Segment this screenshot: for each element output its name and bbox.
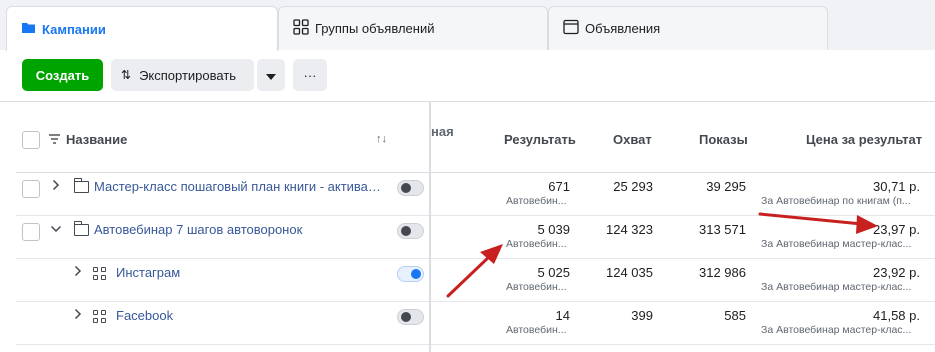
cost-value: 23,92 р. <box>873 265 920 280</box>
frozen-column-divider <box>429 102 431 352</box>
row-checkbox[interactable] <box>22 180 40 198</box>
status-toggle[interactable] <box>397 223 424 239</box>
sort-icon[interactable]: ↑↓ <box>376 133 387 145</box>
cost-sub: За Автовебинар мастер-клас... <box>761 238 912 250</box>
table-row[interactable]: Инстаграм 5 025 Автовебин... 124 035 312… <box>16 259 935 302</box>
table-row[interactable]: Автовебинар 7 шагов автоворонок 5 039 Ав… <box>16 216 935 259</box>
toggle-knob <box>401 226 411 236</box>
column-clipped[interactable]: ная <box>431 124 454 139</box>
ad-set-icon <box>93 267 107 281</box>
cost-value: 41,58 р. <box>873 308 920 323</box>
status-toggle[interactable] <box>397 180 424 196</box>
status-toggle[interactable] <box>397 309 424 325</box>
create-button[interactable]: Создать <box>22 59 103 91</box>
folder-icon <box>74 221 89 236</box>
campaigns-table: Название ↑↓ ная Результать Охват Показы … <box>16 102 935 352</box>
tab-label: Кампании <box>42 21 106 37</box>
ad-icon <box>563 19 579 38</box>
export-dropdown-button[interactable] <box>257 59 285 91</box>
column-results[interactable]: Результать <box>504 132 576 147</box>
ad-set-name-link[interactable]: Facebook <box>116 308 386 323</box>
impressions-value: 312 986 <box>699 265 746 280</box>
reach-value: 399 <box>631 308 653 323</box>
results-sub: Автовебин... <box>506 195 567 207</box>
column-reach[interactable]: Охват <box>613 132 652 147</box>
export-button[interactable]: ⇅ Экспортировать <box>111 59 254 91</box>
tab-label: Объявления <box>585 21 661 36</box>
campaign-name-link[interactable]: Автовебинар 7 шагов автоворонок <box>94 222 386 237</box>
chevron-right-icon[interactable] <box>74 265 82 280</box>
column-impressions[interactable]: Показы <box>699 132 748 147</box>
chevron-down-icon[interactable] <box>50 224 62 236</box>
results-value: 5 025 <box>537 265 570 280</box>
folder-icon <box>21 21 36 37</box>
results-sub: Автовебин... <box>506 238 567 250</box>
ad-set-icon <box>93 310 107 324</box>
ad-set-name-link[interactable]: Инстаграм <box>116 265 386 280</box>
tab-label: Группы объявлений <box>315 21 435 36</box>
table-header: Название ↑↓ ная Результать Охват Показы … <box>16 102 935 173</box>
caret-down-icon <box>266 68 276 83</box>
cost-value: 30,71 р. <box>873 179 920 194</box>
grid-icon <box>293 19 309 38</box>
tab-campaigns[interactable]: Кампании <box>6 6 278 51</box>
toolbar: Создать ⇅ Экспортировать ··· <box>0 50 935 102</box>
filter-icon[interactable] <box>48 133 61 148</box>
reach-value: 25 293 <box>613 179 653 194</box>
impressions-value: 585 <box>724 308 746 323</box>
results-value: 14 <box>555 308 570 323</box>
impressions-value: 39 295 <box>706 179 746 194</box>
results-value: 5 039 <box>537 222 570 237</box>
column-name[interactable]: Название <box>66 132 127 147</box>
export-label: Экспортировать <box>139 67 237 83</box>
cost-sub: За Автовебинар мастер-клас... <box>761 281 912 293</box>
reach-value: 124 323 <box>606 222 653 237</box>
campaign-name-link[interactable]: Мастер-класс пошаговый план книги - акти… <box>94 179 386 194</box>
toggle-knob <box>411 269 421 279</box>
chevron-right-icon[interactable] <box>74 308 82 323</box>
select-all-checkbox[interactable] <box>22 131 40 149</box>
results-sub: Автовебин... <box>506 324 567 336</box>
tab-ad-sets[interactable]: Группы объявлений <box>278 6 548 50</box>
table-row[interactable]: Мастер-класс пошаговый план книги - акти… <box>16 173 935 216</box>
reach-value: 124 035 <box>606 265 653 280</box>
results-sub: Автовебин... <box>506 281 567 293</box>
results-value: 671 <box>548 179 570 194</box>
status-toggle[interactable] <box>397 266 424 282</box>
toggle-knob <box>401 312 411 322</box>
more-button[interactable]: ··· <box>293 59 327 91</box>
chevron-right-icon[interactable] <box>52 179 60 194</box>
sort-arrows-icon: ⇅ <box>121 68 132 82</box>
tab-ads[interactable]: Объявления <box>548 6 828 50</box>
column-cost-per-result[interactable]: Цена за результат <box>806 132 922 147</box>
cost-sub: За Автовебинар мастер-клас... <box>761 324 912 336</box>
tab-bar: Кампании Группы объявлений Объявления <box>0 0 935 51</box>
row-checkbox[interactable] <box>22 223 40 241</box>
table-row[interactable]: Facebook 14 Автовебин... 399 585 41,58 р… <box>16 302 935 345</box>
folder-icon <box>74 178 89 193</box>
toggle-knob <box>401 183 411 193</box>
impressions-value: 313 571 <box>699 222 746 237</box>
cost-value: 23,97 р. <box>873 222 920 237</box>
cost-sub: За Автовебинар по книгам (п... <box>761 195 911 207</box>
